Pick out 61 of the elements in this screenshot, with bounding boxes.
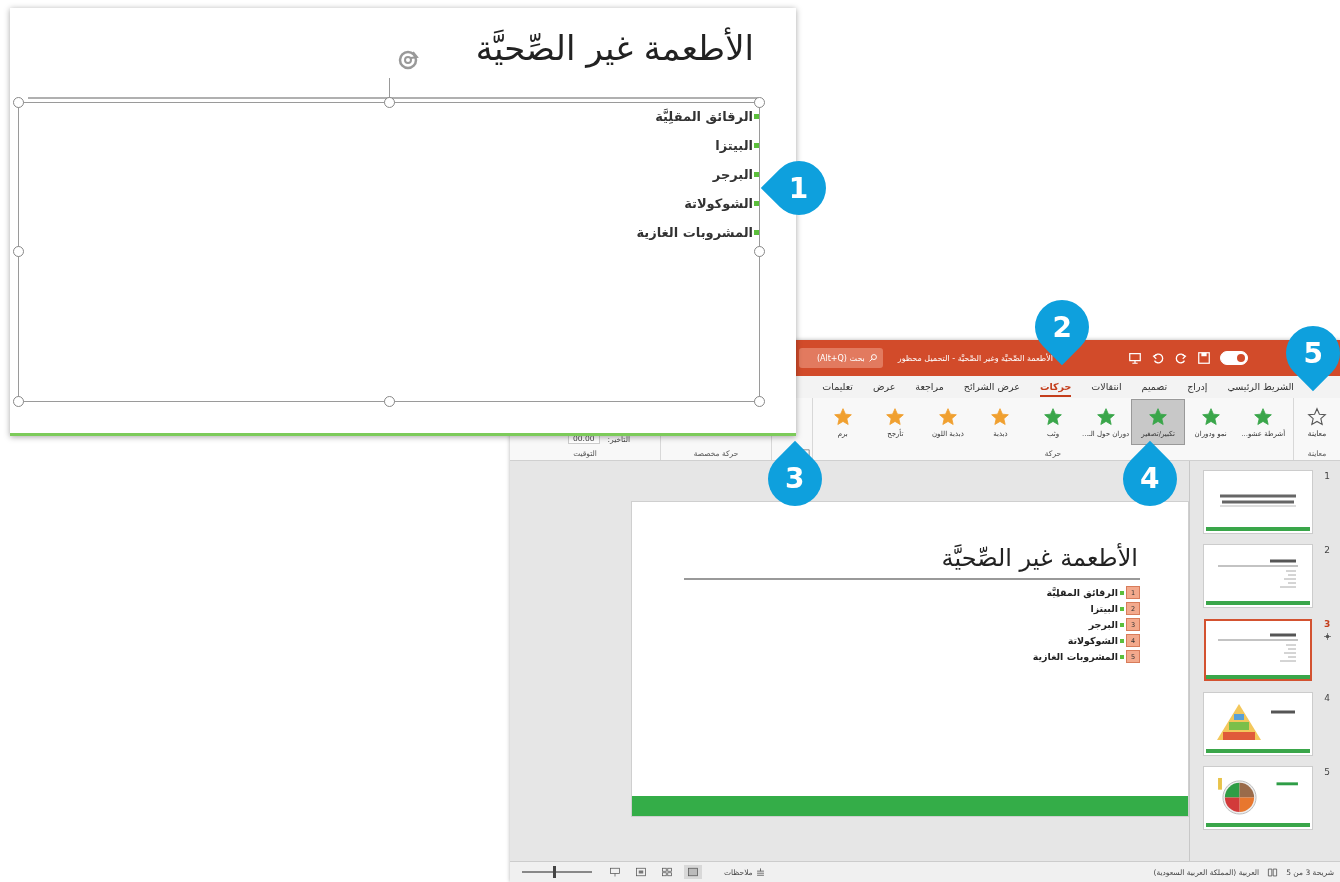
bullet-icon [754, 201, 759, 206]
normal-view-icon[interactable] [684, 865, 702, 879]
bullet-icon [754, 230, 759, 235]
slide-title: الأطعمة غير الصِّحيَّة [475, 27, 754, 70]
resize-handle[interactable] [13, 396, 24, 407]
ribbon-tab[interactable]: إدراج [1187, 377, 1208, 397]
slide-number: 3 [1323, 619, 1331, 629]
undo-icon[interactable] [1151, 351, 1165, 365]
list-item: المشروبات الغازية [636, 225, 753, 240]
slide-title: الأطعمة غير الصِّحيَّة [940, 544, 1138, 572]
bullet-icon [1120, 638, 1124, 643]
ribbon-tab[interactable]: حركات [1039, 377, 1072, 397]
resize-handle[interactable] [13, 246, 24, 257]
bullet-icon [1120, 606, 1124, 611]
list-item: الشوكولاتة [1067, 635, 1118, 646]
slide-number: 2 [1324, 545, 1330, 555]
slide-number: 1 [1324, 471, 1330, 481]
ribbon-tab[interactable]: تصميم [1141, 377, 1168, 397]
list-item: المشروبات الغازية [1032, 651, 1118, 662]
bullet-icon [1120, 622, 1124, 627]
resize-handle[interactable] [384, 396, 395, 407]
ribbon-tab[interactable]: الشريط الرئيسي [1227, 377, 1294, 397]
slide-number: 4 [1324, 693, 1330, 703]
zoom-slider-thumb[interactable] [552, 866, 556, 878]
resize-handle[interactable] [384, 97, 395, 108]
redo-icon[interactable] [1174, 351, 1188, 365]
list-item: الشوكولاتة [684, 196, 753, 211]
bullet-icon [754, 143, 759, 148]
bullet-icon [1120, 654, 1124, 659]
bullet-icon [754, 172, 759, 177]
bullet-icon [754, 114, 759, 119]
list-item: الرقائق المقلِيَّة [655, 109, 753, 124]
bullet-icon [1120, 590, 1124, 595]
list-item: البيتزا [1090, 603, 1118, 614]
list-item: البيتزا [715, 138, 753, 153]
ribbon-tab[interactable]: انتقالات [1091, 377, 1122, 397]
resize-handle[interactable] [754, 396, 765, 407]
list-item: الرقائق المقلِيَّة [1046, 587, 1118, 598]
list-item: البرجر [712, 167, 753, 182]
slide-thumbnail[interactable] [1204, 619, 1312, 681]
star-icon [1307, 406, 1327, 427]
list-item: البرجر [1088, 619, 1118, 630]
search-field[interactable]: بحث (Alt+Q) [798, 348, 883, 368]
slide-number: 5 [1324, 767, 1330, 777]
ribbon-tab[interactable]: تعليمات [822, 377, 853, 397]
search-icon [867, 353, 878, 363]
resize-handle[interactable] [13, 97, 24, 108]
book-icon[interactable] [1267, 866, 1279, 878]
ribbon-tab[interactable]: مراجعة [915, 377, 944, 397]
notes-icon [754, 866, 766, 878]
save-icon[interactable] [1197, 351, 1211, 365]
slide-thumbnail[interactable] [1204, 693, 1312, 755]
autosave-toggle[interactable] [1220, 351, 1248, 365]
resize-handle[interactable] [754, 97, 765, 108]
presentation-icon[interactable] [1128, 351, 1142, 365]
slide-thumbnail[interactable] [1204, 545, 1312, 607]
slide-thumbnail[interactable] [1204, 767, 1312, 829]
slide-thumbnail[interactable] [1204, 471, 1312, 533]
ribbon-tab[interactable]: عرض الشرائح [963, 377, 1020, 397]
ribbon-tab[interactable]: عرض [872, 377, 896, 397]
resize-handle[interactable] [754, 246, 765, 257]
